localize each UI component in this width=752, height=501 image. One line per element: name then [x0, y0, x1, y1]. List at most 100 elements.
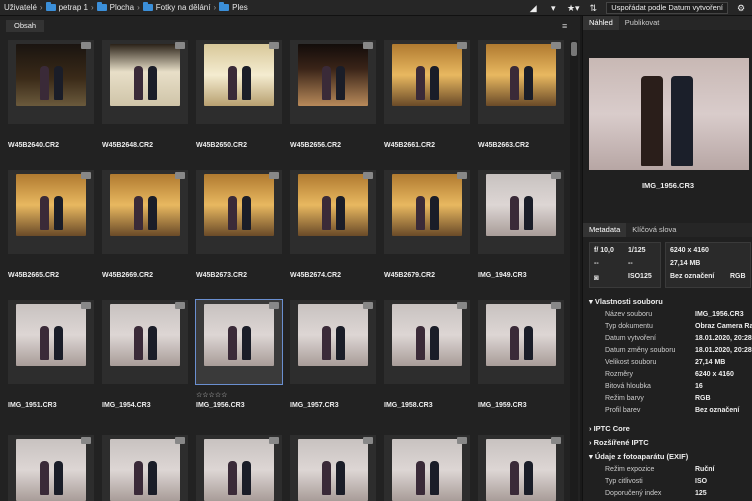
- size-value: 27,14 MB: [670, 260, 701, 267]
- thumbnail-cell[interactable]: [8, 170, 94, 254]
- exposure-comp-value: --: [594, 260, 599, 267]
- thumbnail-filename: IMG_1959.CR3: [478, 402, 527, 409]
- property-value: 6240 x 4160: [695, 371, 734, 378]
- thumbnail-cell[interactable]: [102, 170, 188, 254]
- aperture-value: f/ 10,0: [594, 247, 614, 254]
- thumbnail-filename: W45B2663.CR2: [478, 142, 529, 149]
- thumbnail-filename: IMG_1958.CR3: [384, 402, 433, 409]
- chevron-right-icon: ›: [90, 3, 94, 12]
- thumbnail-cell[interactable]: [384, 435, 470, 501]
- thumbnail-person: [430, 66, 439, 100]
- raw-badge-icon: [551, 42, 561, 49]
- thumbnail-cell[interactable]: [8, 40, 94, 124]
- thumbnail-image: [110, 174, 180, 236]
- breadcrumb-item-desktop[interactable]: Plocha: [110, 3, 134, 12]
- triangle-down-icon[interactable]: ▾: [546, 3, 560, 13]
- thumbnail-image: [486, 439, 556, 501]
- thumbnail-cell[interactable]: [102, 300, 188, 384]
- exif-label: Doporučený index: [605, 490, 662, 497]
- thumbnail-cell[interactable]: [102, 40, 188, 124]
- scroll-thumb[interactable]: [571, 42, 577, 56]
- star-filter-icon[interactable]: ★▾: [566, 3, 580, 13]
- color-mode-value: RGB: [730, 273, 746, 280]
- section-exif[interactable]: ▾ Údaje z fotoaparátu (EXIF): [589, 452, 688, 461]
- thumbnail-image: [298, 44, 368, 106]
- tab-keywords[interactable]: Klíčová slova: [626, 223, 682, 237]
- chevron-right-icon: ›: [589, 424, 592, 433]
- thumbnail-cell[interactable]: [8, 435, 94, 501]
- thumbnail-person: [430, 326, 439, 360]
- thumbnail-image: [392, 439, 462, 501]
- thumbnail-person: [148, 461, 157, 495]
- thumbnail-cell[interactable]: [384, 40, 470, 124]
- thumbnail-image: [486, 174, 556, 236]
- thumbnail-cell[interactable]: [478, 170, 564, 254]
- thumbnail-cell[interactable]: [102, 435, 188, 501]
- thumbnail-cell[interactable]: [384, 300, 470, 384]
- flash-value: --: [628, 260, 633, 267]
- triangle-up-icon[interactable]: ◢: [526, 3, 540, 13]
- section-title: Vlastnosti souboru: [594, 297, 663, 306]
- thumbnail-cell[interactable]: [8, 300, 94, 384]
- thumbnail-person: [416, 196, 425, 230]
- property-value: 18.01.2020, 20:28: [695, 347, 752, 354]
- raw-badge-icon: [457, 42, 467, 49]
- tab-content[interactable]: Obsah: [6, 20, 45, 32]
- thumbnail-person: [148, 196, 157, 230]
- breadcrumb-item-photos[interactable]: Fotky na dělání: [156, 3, 211, 12]
- thumbnail-image: [16, 304, 86, 366]
- sort-select[interactable]: Uspořádat podle Datum vytvoření: [606, 2, 728, 14]
- thumbnail-cell[interactable]: [478, 435, 564, 501]
- raw-badge-icon: [363, 437, 373, 444]
- thumbnail-person: [416, 326, 425, 360]
- thumbnail-filename: W45B2661.CR2: [384, 142, 435, 149]
- thumbnail-person: [524, 196, 533, 230]
- thumbnail-filename: W45B2669.CR2: [102, 272, 153, 279]
- thumbnail-filename: IMG_1951.CR3: [8, 402, 57, 409]
- sort-arrows-icon[interactable]: ⇅: [586, 3, 600, 13]
- tab-preview[interactable]: Náhled: [583, 16, 619, 30]
- thumbnail-person: [228, 196, 237, 230]
- thumbnail-person: [336, 461, 345, 495]
- tab-metadata[interactable]: Metadata: [583, 223, 627, 237]
- thumbnail-cell[interactable]: [384, 170, 470, 254]
- property-value: Bez označení: [695, 407, 740, 414]
- thumbnail-person: [148, 66, 157, 100]
- thumbnail-cell[interactable]: [196, 170, 282, 254]
- folder-icon: [96, 2, 107, 11]
- thumbnail-cell[interactable]: [290, 170, 376, 254]
- rating-stars[interactable]: ☆☆☆☆☆: [196, 391, 227, 399]
- breadcrumb-item-user[interactable]: petrap 1: [59, 3, 88, 12]
- property-value: RGB: [695, 395, 711, 402]
- thumbnail-cell[interactable]: [195, 299, 283, 385]
- breadcrumb-item-users[interactable]: Uživatelé: [4, 3, 37, 12]
- thumbnail-cell[interactable]: [478, 40, 564, 124]
- section-title: Údaje z fotoaparátu (EXIF): [594, 452, 689, 461]
- tab-publish[interactable]: Publikovat: [619, 16, 666, 30]
- thumbnail-cell[interactable]: [290, 300, 376, 384]
- section-iptc-core[interactable]: › IPTC Core: [589, 424, 630, 433]
- thumbnail-person: [430, 461, 439, 495]
- property-label: Název souboru: [605, 311, 653, 318]
- property-value: 27,14 MB: [695, 359, 726, 366]
- thumbnail-filename: W45B2665.CR2: [8, 272, 59, 279]
- breadcrumb-item-ples[interactable]: Ples: [232, 3, 248, 12]
- thumbnail-cell[interactable]: [290, 40, 376, 124]
- thumbnail-filename: IMG_1949.CR3: [478, 272, 527, 279]
- thumbnail-filename: W45B2648.CR2: [102, 142, 153, 149]
- section-title: Rozšířené IPTC: [593, 438, 649, 447]
- thumbnail-cell[interactable]: [478, 300, 564, 384]
- gear-icon[interactable]: ⚙: [734, 3, 748, 13]
- menu-icon[interactable]: ≡: [562, 21, 567, 31]
- section-iptc-extended[interactable]: › Rozšířené IPTC: [589, 438, 649, 447]
- thumbnail-image: [392, 174, 462, 236]
- thumbnail-person: [228, 326, 237, 360]
- thumbnail-person: [242, 196, 251, 230]
- scrollbar[interactable]: [570, 40, 578, 501]
- section-file-properties[interactable]: ▾ Vlastnosti souboru: [589, 297, 663, 306]
- thumbnail-cell[interactable]: [196, 40, 282, 124]
- thumbnail-cell[interactable]: [290, 435, 376, 501]
- thumbnail-cell[interactable]: [196, 435, 282, 501]
- thumbnail-person: [54, 66, 63, 100]
- thumbnail-image: [392, 44, 462, 106]
